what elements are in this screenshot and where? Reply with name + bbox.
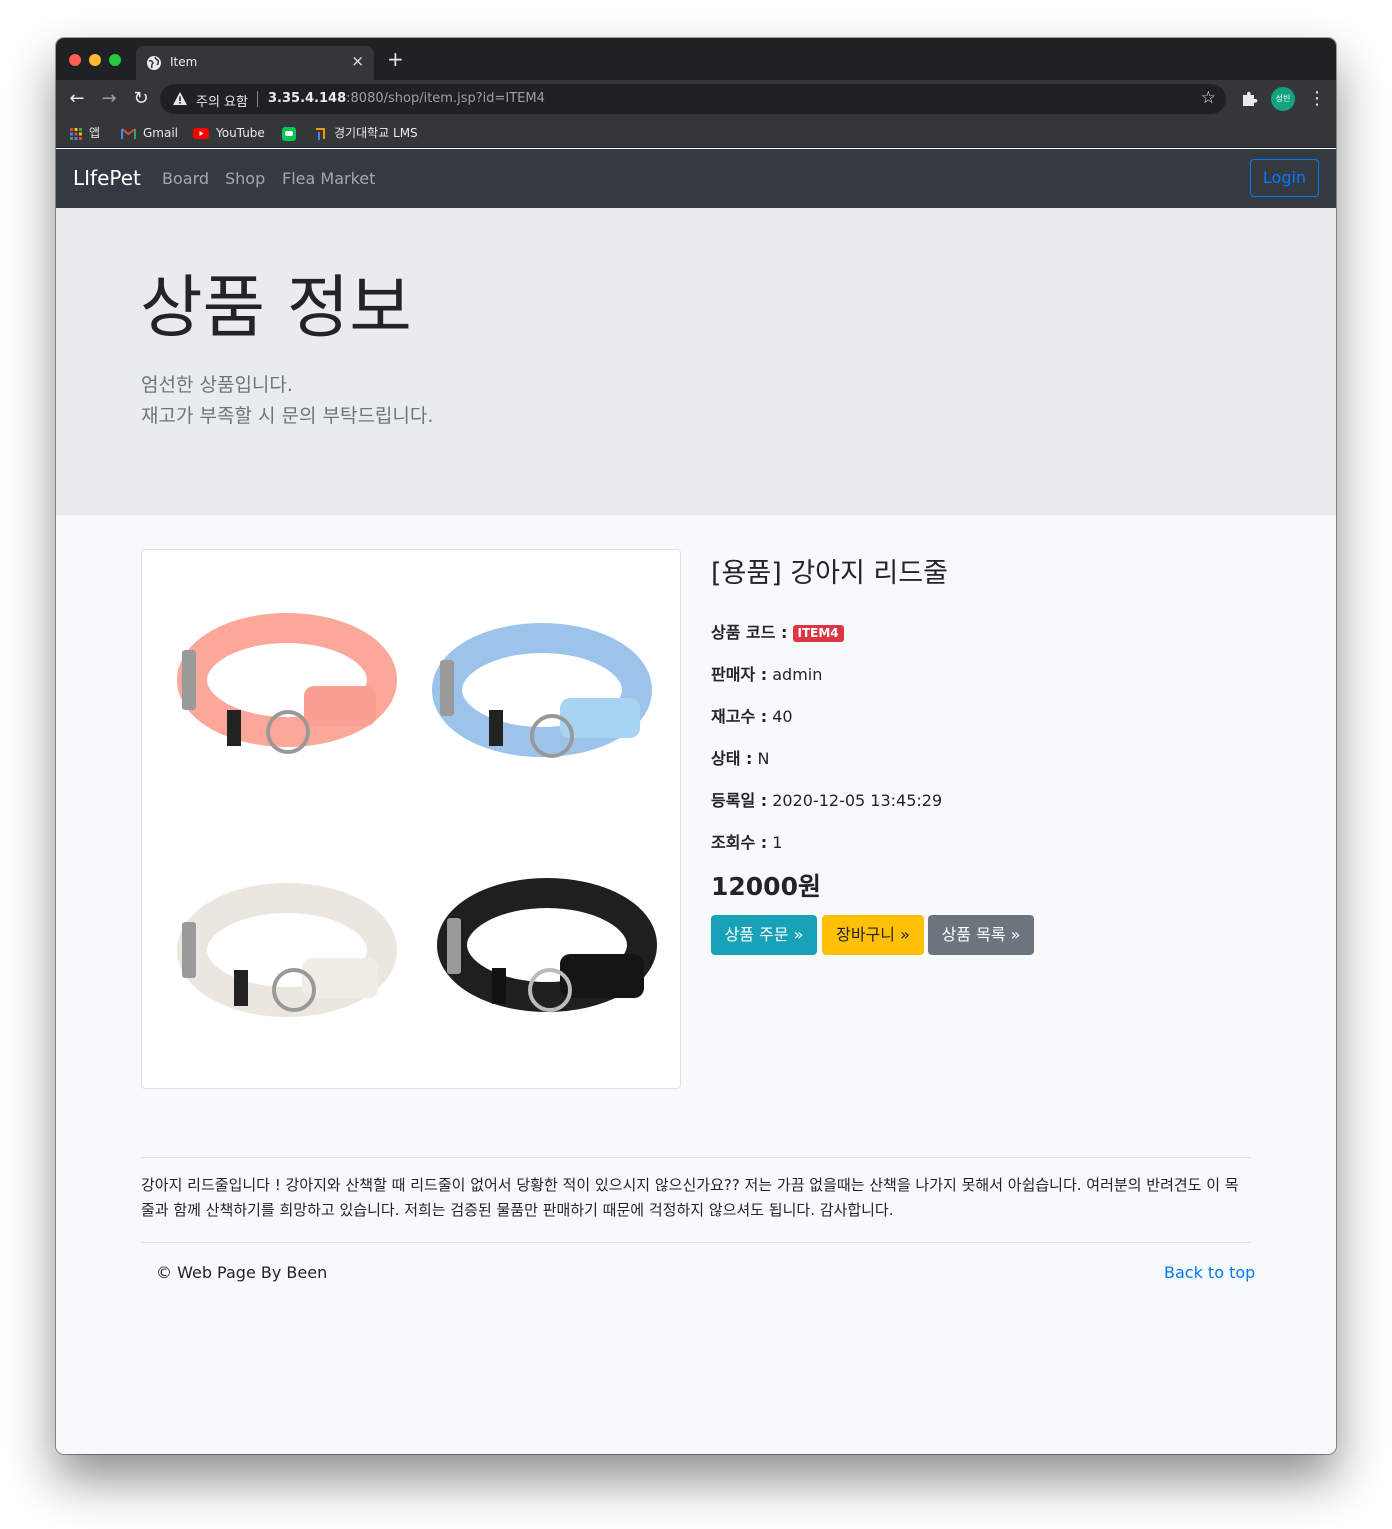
views-label: 조회수 : — [711, 833, 768, 852]
nav-link-flea-market[interactable]: Flea Market — [282, 169, 375, 188]
bookmarks-bar: 앱 Gmail YouTube 경기대학교 LMS — [56, 118, 1336, 148]
product-list-button[interactable]: 상품 목록 » — [928, 915, 1034, 955]
blue-collar — [432, 623, 652, 758]
stock-value: 40 — [772, 707, 793, 726]
tab-close-icon[interactable]: × — [351, 52, 364, 70]
bookmark-apps[interactable]: 앱 — [70, 124, 100, 142]
date-label: 등록일 : — [711, 791, 768, 810]
seller-row: 판매자 : admin — [711, 661, 822, 685]
bookmark-label: 경기대학교 LMS — [334, 126, 418, 140]
forward-arrow-icon[interactable]: → — [97, 87, 121, 111]
nav-link-board[interactable]: Board — [162, 169, 209, 188]
product-price: 12000원 — [711, 872, 821, 901]
bookmark-label: 앱 — [89, 126, 101, 140]
more-menu-icon[interactable]: ⋮ — [1308, 87, 1326, 111]
date-row: 등록일 : 2020-12-05 13:45:29 — [711, 787, 942, 811]
collar-photo — [177, 613, 657, 1017]
brand-logo[interactable]: LIfePet — [73, 166, 141, 190]
line-chat-icon — [282, 126, 296, 141]
product-code-badge: ITEM4 — [792, 625, 844, 642]
bookmark-gmail[interactable]: Gmail — [121, 124, 178, 142]
bookmark-youtube[interactable]: YouTube — [193, 124, 265, 142]
views-row: 조회수 : 1 — [711, 829, 782, 853]
footer-copyright: © Web Page By Been — [156, 1263, 328, 1282]
subtitle-line: 재고가 부족할 시 문의 부탁드립니다. — [141, 405, 434, 427]
minimize-window-button[interactable] — [89, 54, 101, 66]
product-name: [용품] 강아지 리드줄 — [711, 558, 948, 589]
product-image — [141, 549, 681, 1089]
browser-tab[interactable]: Item × — [136, 46, 374, 80]
product-code-row: 상품 코드 : ITEM4 — [711, 619, 844, 643]
browser-toolbar: ← → ↻ 주의 요함 3.35.4.148:8080/shop/item.js… — [56, 80, 1336, 118]
maximize-window-button[interactable] — [109, 54, 121, 66]
web-page: LIfePet Board Shop Flea Market Login 상품 … — [56, 149, 1336, 1454]
divider — [141, 1242, 1251, 1243]
views-value: 1 — [772, 833, 783, 852]
nav-link-shop[interactable]: Shop — [225, 169, 265, 188]
bookmark-lms[interactable]: 경기대학교 LMS — [315, 124, 418, 142]
order-button[interactable]: 상품 주문 » — [711, 915, 817, 955]
bookmark-star-icon[interactable]: ☆ — [1201, 88, 1216, 108]
page-subtitle: 엄선한 상품입니다. 재고가 부족할 시 문의 부탁드립니다. — [141, 370, 433, 432]
back-arrow-icon[interactable]: ← — [65, 87, 89, 111]
url-path: :8080/shop/item.jsp?id=ITEM4 — [346, 91, 545, 106]
date-value: 2020-12-05 13:45:29 — [772, 791, 943, 810]
bookmark-label: YouTube — [216, 126, 265, 140]
reload-icon[interactable]: ↻ — [129, 87, 153, 111]
url-host: 3.35.4.148 — [268, 91, 347, 106]
cart-button[interactable]: 장바구니 » — [822, 915, 924, 955]
warning-triangle-icon — [173, 92, 187, 105]
profile-avatar[interactable]: 성빈 — [1271, 87, 1295, 111]
bookmark-line[interactable] — [282, 124, 303, 142]
login-button[interactable]: Login — [1250, 159, 1319, 197]
divider — [141, 1157, 1251, 1158]
site-navbar: LIfePet Board Shop Flea Market Login — [56, 149, 1336, 208]
url-text[interactable]: 3.35.4.148:8080/shop/item.jsp?id=ITEM4 — [268, 91, 545, 106]
subtitle-line: 엄선한 상품입니다. — [141, 374, 293, 396]
security-label[interactable]: 주의 요함 — [196, 91, 248, 110]
address-bar[interactable]: 주의 요함 3.35.4.148:8080/shop/item.jsp?id=I… — [160, 84, 1226, 114]
lms-icon — [316, 127, 325, 140]
apps-grid-icon — [70, 127, 82, 140]
condition-value: N — [757, 749, 770, 768]
close-window-button[interactable] — [69, 54, 81, 66]
tab-title: Item — [170, 55, 198, 69]
youtube-icon — [193, 128, 209, 139]
jumbotron: 상품 정보 엄선한 상품입니다. 재고가 부족할 시 문의 부탁드립니다. — [56, 208, 1336, 515]
stock-label: 재고수 : — [711, 707, 768, 726]
extensions-puzzle-icon[interactable] — [1240, 90, 1258, 108]
condition-label: 상태 : — [711, 749, 753, 768]
browser-window: Item × + ← → ↻ 주의 요함 3.35.4.148:8080/sho… — [56, 38, 1336, 1454]
seller-label: 판매자 : — [711, 665, 768, 684]
black-collar — [437, 878, 657, 1012]
back-to-top-link[interactable]: Back to top — [1164, 1263, 1255, 1282]
seller-value: admin — [772, 665, 823, 684]
address-divider — [257, 91, 258, 107]
stock-row: 재고수 : 40 — [711, 703, 793, 727]
product-description: 강아지 리드줄입니다 ! 강아지와 산책할 때 리드줄이 없어서 당황한 적이 … — [141, 1176, 1239, 1219]
condition-row: 상태 : N — [711, 745, 769, 769]
code-label: 상품 코드 : — [711, 623, 788, 642]
gmail-icon — [121, 128, 136, 139]
pink-collar — [177, 613, 397, 754]
bookmark-label: Gmail — [143, 126, 179, 140]
tab-bar: Item × + — [56, 38, 1336, 80]
page-title: 상품 정보 — [140, 269, 412, 348]
new-tab-button[interactable]: + — [387, 49, 404, 69]
cream-collar — [177, 883, 397, 1017]
globe-icon — [147, 56, 161, 70]
